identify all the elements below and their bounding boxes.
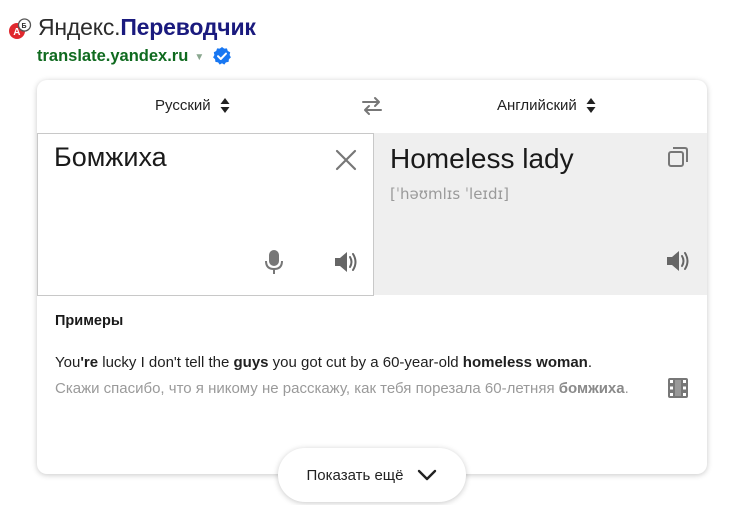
example-en-segment: guys — [233, 354, 269, 371]
film-icon[interactable] — [666, 376, 690, 400]
source-language-label: Русский — [155, 97, 211, 114]
sort-updown-icon — [586, 98, 596, 113]
svg-text:Б: Б — [22, 23, 27, 30]
source-text[interactable]: Бомжиха — [54, 142, 167, 173]
brand-title[interactable]: Яндекс.Переводчик — [38, 14, 256, 41]
target-language-label: Английский — [497, 97, 577, 114]
swap-arrows-icon[interactable] — [360, 94, 384, 118]
url-row: translate.yandex.ru ▼ — [37, 46, 232, 66]
target-language-select[interactable]: Английский — [497, 97, 596, 114]
brand-part1: Яндекс. — [38, 14, 121, 40]
examples-title: Примеры — [55, 313, 124, 329]
sort-updown-icon — [220, 98, 230, 113]
brand-part2: Переводчик — [120, 14, 256, 40]
example-en-segment: 're — [80, 354, 99, 371]
translation-text: Homeless lady — [390, 143, 574, 174]
example-ru-segment: Скажи спасибо, что я никому не расскажу,… — [55, 380, 559, 397]
chevron-down-icon — [418, 469, 437, 481]
close-icon[interactable] — [334, 148, 358, 172]
example-russian: Скажи спасибо, что я никому не расскажу,… — [55, 378, 635, 399]
example-ru-segment: . — [624, 380, 629, 397]
example-en-segment: you got cut by a 60-year-old — [268, 354, 463, 371]
verified-badge-icon — [213, 47, 232, 65]
site-url[interactable]: translate.yandex.ru — [37, 47, 188, 66]
example-en-segment: You — [55, 354, 81, 371]
examples-section: Примеры You're lucky I don't tell the gu… — [55, 313, 695, 399]
translate-favicon-icon: A Б — [9, 18, 32, 39]
transcription-text: [ˈhəʊmlɪs ˈleɪdɪ] — [390, 185, 509, 203]
translation-area: Homeless lady [ˈhəʊmlɪs ˈleɪdɪ] — [374, 133, 707, 295]
speaker-icon[interactable] — [332, 248, 360, 276]
example-english: You're lucky I don't tell the guys you g… — [55, 354, 695, 371]
language-bar: Русский Английский — [37, 80, 707, 133]
speaker-icon[interactable] — [664, 247, 692, 275]
translator-card: Русский Английский Бомжиха Homeless lady… — [37, 80, 707, 474]
example-en-segment: lucky I don't tell the — [98, 354, 234, 371]
show-more-button[interactable]: Показать ещё — [278, 448, 466, 502]
example-en-segment: homeless woman — [462, 354, 588, 371]
source-language-select[interactable]: Русский — [155, 97, 230, 114]
show-more-label: Показать ещё — [306, 466, 404, 484]
example-ru-segment: бомжиха — [558, 380, 625, 397]
source-text-area[interactable]: Бомжиха — [37, 133, 374, 296]
example-en-segment: . — [587, 354, 593, 371]
copy-icon[interactable] — [666, 145, 690, 169]
microphone-icon[interactable] — [262, 248, 286, 276]
url-dropdown-arrow[interactable]: ▼ — [194, 52, 204, 63]
